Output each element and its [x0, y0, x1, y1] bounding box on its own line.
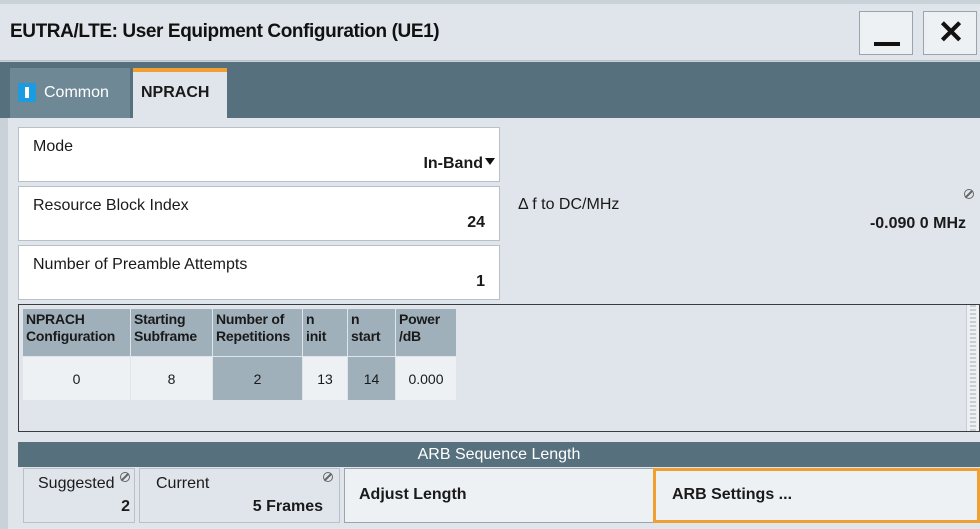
table-header-row: NPRACH Configuration Starting Subframe Num… — [22, 308, 457, 357]
resource-block-index-field[interactable]: Resource Block Index 24 — [18, 186, 500, 241]
nprach-config-table: NPRACH Configuration Starting Subframe Num… — [22, 308, 457, 401]
current-label: Current — [156, 475, 210, 492]
suggested-label: Suggested — [38, 475, 115, 492]
read-only-icon — [964, 189, 974, 199]
window-title: EUTRA/LTE: User Equipment Configuration … — [10, 21, 440, 42]
delta-f-label: Δ f to DC/MHz — [518, 196, 620, 213]
read-only-icon — [120, 472, 130, 482]
info-badge-icon — [18, 83, 36, 102]
resource-block-index-label: Resource Block Index — [33, 197, 189, 214]
delta-f-field: Δ f to DC/MHz -0.090 0 MHz — [504, 186, 980, 241]
table-cell[interactable]: 13 — [302, 356, 348, 401]
arb-settings-label: ARB Settings ... — [672, 486, 793, 503]
resource-block-index-value: 24 — [467, 214, 485, 231]
mode-label: Mode — [33, 138, 74, 155]
mode-dropdown[interactable]: Mode In-Band — [18, 127, 500, 182]
suggested-value: 2 — [121, 498, 130, 515]
arb-section-header: ARB Sequence Length — [18, 442, 980, 467]
column-header: Power/dB — [395, 308, 457, 357]
close-icon: ✕ — [937, 14, 965, 50]
preamble-attempts-value: 1 — [476, 273, 485, 290]
column-header: Starting Subframe — [130, 308, 213, 357]
tab-nprach[interactable]: NPRACH — [133, 68, 227, 118]
current-length-field: Current 5 Frames — [139, 468, 340, 523]
close-button[interactable]: ✕ — [923, 11, 977, 55]
arb-settings-button[interactable]: ARB Settings ... — [653, 468, 980, 523]
suggested-length-field: Suggested 2 — [23, 468, 135, 523]
tab-common[interactable]: Common — [10, 68, 130, 118]
adjust-length-button[interactable]: Adjust Length — [344, 468, 656, 523]
tab-strip: Common NPRACH — [0, 62, 980, 118]
nprach-config-table-panel: NPRACH Configuration Starting Subframe Num… — [18, 304, 980, 432]
preamble-attempts-label: Number of Preamble Attempts — [33, 256, 248, 273]
delta-f-value: -0.090 0 MHz — [869, 215, 966, 232]
table-cell[interactable]: 8 — [130, 356, 213, 401]
title-bar: EUTRA/LTE: User Equipment Configuration … — [0, 4, 980, 61]
table-cell[interactable]: 0.000 — [395, 356, 457, 401]
preamble-attempts-field[interactable]: Number of Preamble Attempts 1 — [18, 245, 500, 300]
ue-config-window: EUTRA/LTE: User Equipment Configuration … — [0, 0, 980, 529]
adjust-length-label: Adjust Length — [359, 486, 467, 503]
table-scrollbar[interactable] — [966, 305, 979, 431]
column-header: NPRACH Configuration — [22, 308, 131, 357]
nprach-panel: Mode In-Band Resource Block Index 24 Δ f… — [8, 118, 980, 529]
current-value: 5 Frames — [252, 498, 323, 515]
minimize-button[interactable] — [859, 11, 913, 55]
tab-nprach-label: NPRACH — [141, 84, 210, 101]
read-only-icon — [323, 472, 333, 482]
table-cell: 2 — [212, 356, 303, 401]
tab-common-label: Common — [44, 84, 109, 101]
table-cell[interactable]: 0 — [22, 356, 131, 401]
table-row: 0 8 2 13 14 0.000 — [22, 356, 457, 401]
minimize-icon — [874, 42, 900, 46]
table-cell: 14 — [347, 356, 396, 401]
column-header: Number of Repetitions — [212, 308, 303, 357]
mode-value: In-Band — [423, 155, 483, 172]
dropdown-arrow-icon — [485, 158, 495, 165]
column-header: n start — [347, 308, 396, 357]
column-header: n init — [302, 308, 348, 357]
